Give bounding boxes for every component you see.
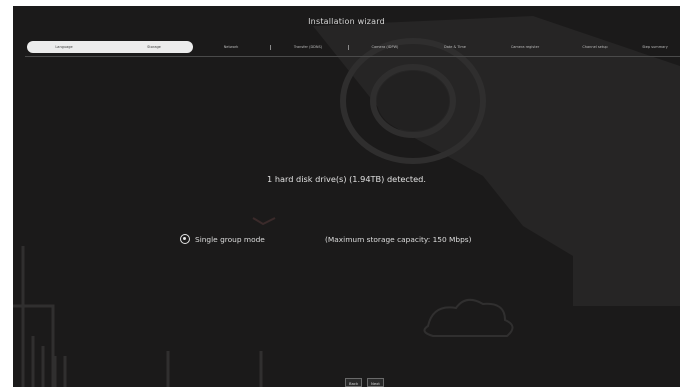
step-separator	[270, 45, 271, 50]
steps-divider	[25, 56, 680, 57]
installation-wizard-window: Installation wizard Language Storage Net…	[13, 6, 680, 387]
step-network[interactable]: Network	[203, 41, 259, 53]
single-group-mode-label[interactable]: Single group mode	[195, 235, 265, 244]
back-button[interactable]: Back	[345, 378, 363, 387]
radio-selected-icon[interactable]	[180, 234, 190, 244]
next-button[interactable]: Next	[367, 378, 384, 387]
step-separator	[348, 45, 349, 50]
wizard-steps: Language Storage Network Transfer (DDNS)…	[25, 41, 680, 53]
disk-detected-message: 1 hard disk drive(s) (1.94TB) detected.	[267, 174, 426, 184]
background-illustration	[13, 16, 680, 387]
step-camera-idpw[interactable]: Camera (IDPW)	[355, 41, 415, 53]
single-group-mode-option[interactable]: Single group mode	[180, 232, 265, 246]
wizard-title: Installation wizard	[308, 17, 385, 26]
step-date-time[interactable]: Date & Time	[425, 41, 485, 53]
step-transfer[interactable]: Transfer (DDNS)	[277, 41, 339, 53]
step-summary[interactable]: Step summary	[630, 41, 680, 53]
step-channel-setup[interactable]: Channel setup	[565, 41, 625, 53]
step-camera-register[interactable]: Camera register	[493, 41, 557, 53]
max-capacity-text: (Maximum storage capacity: 150 Mbps)	[325, 235, 472, 244]
step-language[interactable]: Language	[39, 41, 89, 53]
step-storage[interactable]: Storage	[129, 41, 179, 53]
screen: Installation wizard Language Storage Net…	[0, 0, 680, 387]
